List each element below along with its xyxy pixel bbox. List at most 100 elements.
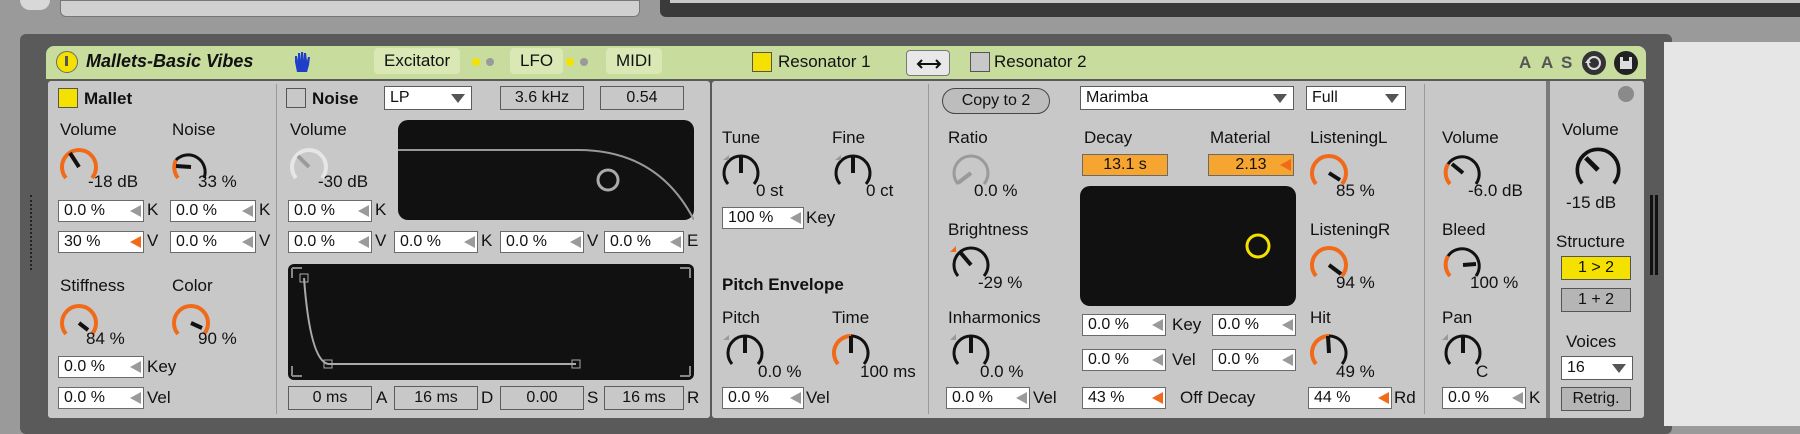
noise-mod-field-4[interactable]: 0.0 % (604, 231, 684, 253)
resonator-xy-pad[interactable] (1080, 186, 1296, 306)
lfo-indicator-icon (566, 58, 574, 66)
noise-toggle[interactable] (286, 88, 306, 108)
pan-label: Pan (1442, 308, 1473, 327)
noise-mod-field-2[interactable]: 0.0 % (394, 231, 478, 253)
pitch-label: Pitch (722, 308, 760, 327)
hit-rd-label: Rd (1394, 388, 1416, 407)
decay-key-field[interactable]: 0.0 % (1082, 314, 1166, 336)
pitch-value: 0.0 % (758, 362, 802, 381)
global-volume-knob[interactable] (1570, 142, 1626, 198)
material-key-field[interactable]: 0.0 % (1212, 314, 1296, 336)
tab-lfo[interactable]: LFO (510, 48, 564, 74)
noise-mod-label-4: E (687, 231, 699, 250)
drop-area[interactable] (1664, 42, 1800, 426)
noise-sustain-field[interactable]: 0.00 (500, 386, 584, 410)
noise-volume-value: -30 dB (318, 172, 369, 191)
mallet-noise-value: 33 % (198, 172, 237, 191)
noise-title: Noise (312, 89, 359, 108)
mallet-noise-k-field[interactable]: 0.0 % (170, 200, 256, 222)
pan-k-field[interactable]: 0.0 % (1442, 387, 1526, 409)
noise-k-field[interactable]: 0.0 % (288, 200, 372, 222)
mallet-stiffness-value: 84 % (86, 329, 125, 348)
noise-decay-field[interactable]: 16 ms (394, 386, 478, 410)
mallet-color-label: Color (172, 276, 213, 295)
mallet-noise-v-field[interactable]: 0.0 % (170, 231, 256, 253)
global-volume-label: Volume (1562, 120, 1619, 139)
mallet-k-label: K (147, 200, 159, 219)
pan-k-label: K (1529, 388, 1541, 407)
mallet-vol-v-field[interactable]: 30 % (58, 231, 144, 253)
header-a-button-2[interactable]: A (1541, 53, 1553, 73)
mallet-vol-k-field[interactable]: 0.0 % (58, 200, 144, 222)
resonator-type-dropdown[interactable]: Marimba (1080, 86, 1294, 110)
divider (1424, 84, 1425, 414)
voices-dropdown[interactable]: 16 (1561, 356, 1633, 380)
noise-decay-label: D (481, 388, 494, 407)
resonator-quality-dropdown[interactable]: Full (1306, 86, 1406, 110)
top-strip (0, 0, 1800, 20)
noise-mod-field-1[interactable]: 0.0 % (288, 231, 372, 253)
noise-mod-label-1: V (375, 231, 387, 250)
brightness-label: Brightness (948, 220, 1029, 239)
decay-field[interactable]: 13.1 s (1082, 154, 1168, 176)
device-title: Mallets-Basic Vibes (86, 51, 254, 71)
device-grip-handle[interactable] (30, 195, 34, 270)
off-decay-field[interactable]: 43 % (1082, 387, 1166, 409)
noise-attack-field[interactable]: 0 ms (288, 386, 372, 410)
noise-frequency-field[interactable]: 3.6 kHz (500, 86, 584, 110)
excitator-indicator-icon-2 (486, 58, 494, 66)
inharmonics-vel-field[interactable]: 0.0 % (946, 387, 1030, 409)
retrig-button[interactable]: Retrig. (1561, 387, 1631, 411)
noise-volume-label: Volume (290, 120, 347, 139)
global-volume-value: -15 dB (1566, 193, 1617, 212)
noise-attack-label: A (376, 388, 388, 407)
link-resonators-button[interactable] (906, 50, 950, 76)
tab-midi[interactable]: MIDI (606, 48, 662, 74)
divider (1546, 81, 1550, 418)
splitter-handle[interactable] (1650, 195, 1658, 275)
header-a-button-1[interactable]: A (1519, 53, 1531, 73)
mallet-volume-value: -18 dB (88, 172, 139, 191)
mallet-vel-field[interactable]: 0.0 % (58, 387, 144, 409)
save-preset-icon[interactable] (1614, 51, 1638, 75)
resonator-vel-label: Vel (1172, 350, 1196, 369)
hit-rd-field[interactable]: 44 % (1308, 387, 1392, 409)
mallet-v-label-2: V (259, 231, 271, 250)
tune-key-field[interactable]: 100 % (722, 207, 804, 229)
material-vel-field[interactable]: 0.0 % (1212, 349, 1296, 371)
noise-mod-label-2: K (481, 231, 493, 250)
mallet-noise-label: Noise (172, 120, 216, 139)
mallet-key-field[interactable]: 0.0 % (58, 356, 144, 378)
mallet-toggle[interactable] (58, 88, 78, 108)
top-left-field[interactable] (60, 0, 640, 17)
tune-key-label: Key (806, 208, 836, 227)
ratio-label: Ratio (948, 128, 988, 147)
structure-parallel-button[interactable]: 1 + 2 (1561, 288, 1631, 312)
noise-filter-type-dropdown[interactable]: LP (384, 86, 472, 110)
hot-swap-icon[interactable] (1582, 51, 1606, 75)
noise-sustain-label: S (587, 388, 599, 407)
noise-mod-label-3: V (587, 231, 599, 250)
noise-release-field[interactable]: 16 ms (604, 386, 684, 410)
device-power-button[interactable] (56, 51, 78, 73)
noise-q-field[interactable]: 0.54 (600, 86, 684, 110)
resonator1-toggle[interactable] (752, 52, 772, 72)
tab-excitator[interactable]: Excitator (374, 48, 461, 74)
inharmonics-label: Inharmonics (948, 308, 1041, 327)
header-s-button[interactable]: S (1561, 53, 1572, 73)
noise-filter-display[interactable] (398, 120, 695, 221)
structure-serial-button[interactable]: 1 > 2 (1561, 256, 1631, 280)
mallet-title: Mallet (84, 89, 133, 108)
noise-envelope-display[interactable] (288, 264, 694, 380)
noise-mod-field-3[interactable]: 0.0 % (500, 231, 584, 253)
mallet-k-label-2: K (259, 200, 271, 219)
top-circle-button[interactable] (20, 0, 50, 10)
pan-value: C (1476, 362, 1489, 381)
lfo-indicator-icon-2 (580, 58, 588, 66)
pitch-vel-field[interactable]: 0.0 % (722, 387, 804, 409)
material-field[interactable]: 2.13 (1208, 154, 1294, 176)
listening-right-value: 94 % (1336, 273, 1375, 292)
decay-vel-field[interactable]: 0.0 % (1082, 349, 1166, 371)
copy-to-2-button[interactable]: Copy to 2 (942, 88, 1050, 114)
resonator2-toggle[interactable] (970, 52, 990, 72)
